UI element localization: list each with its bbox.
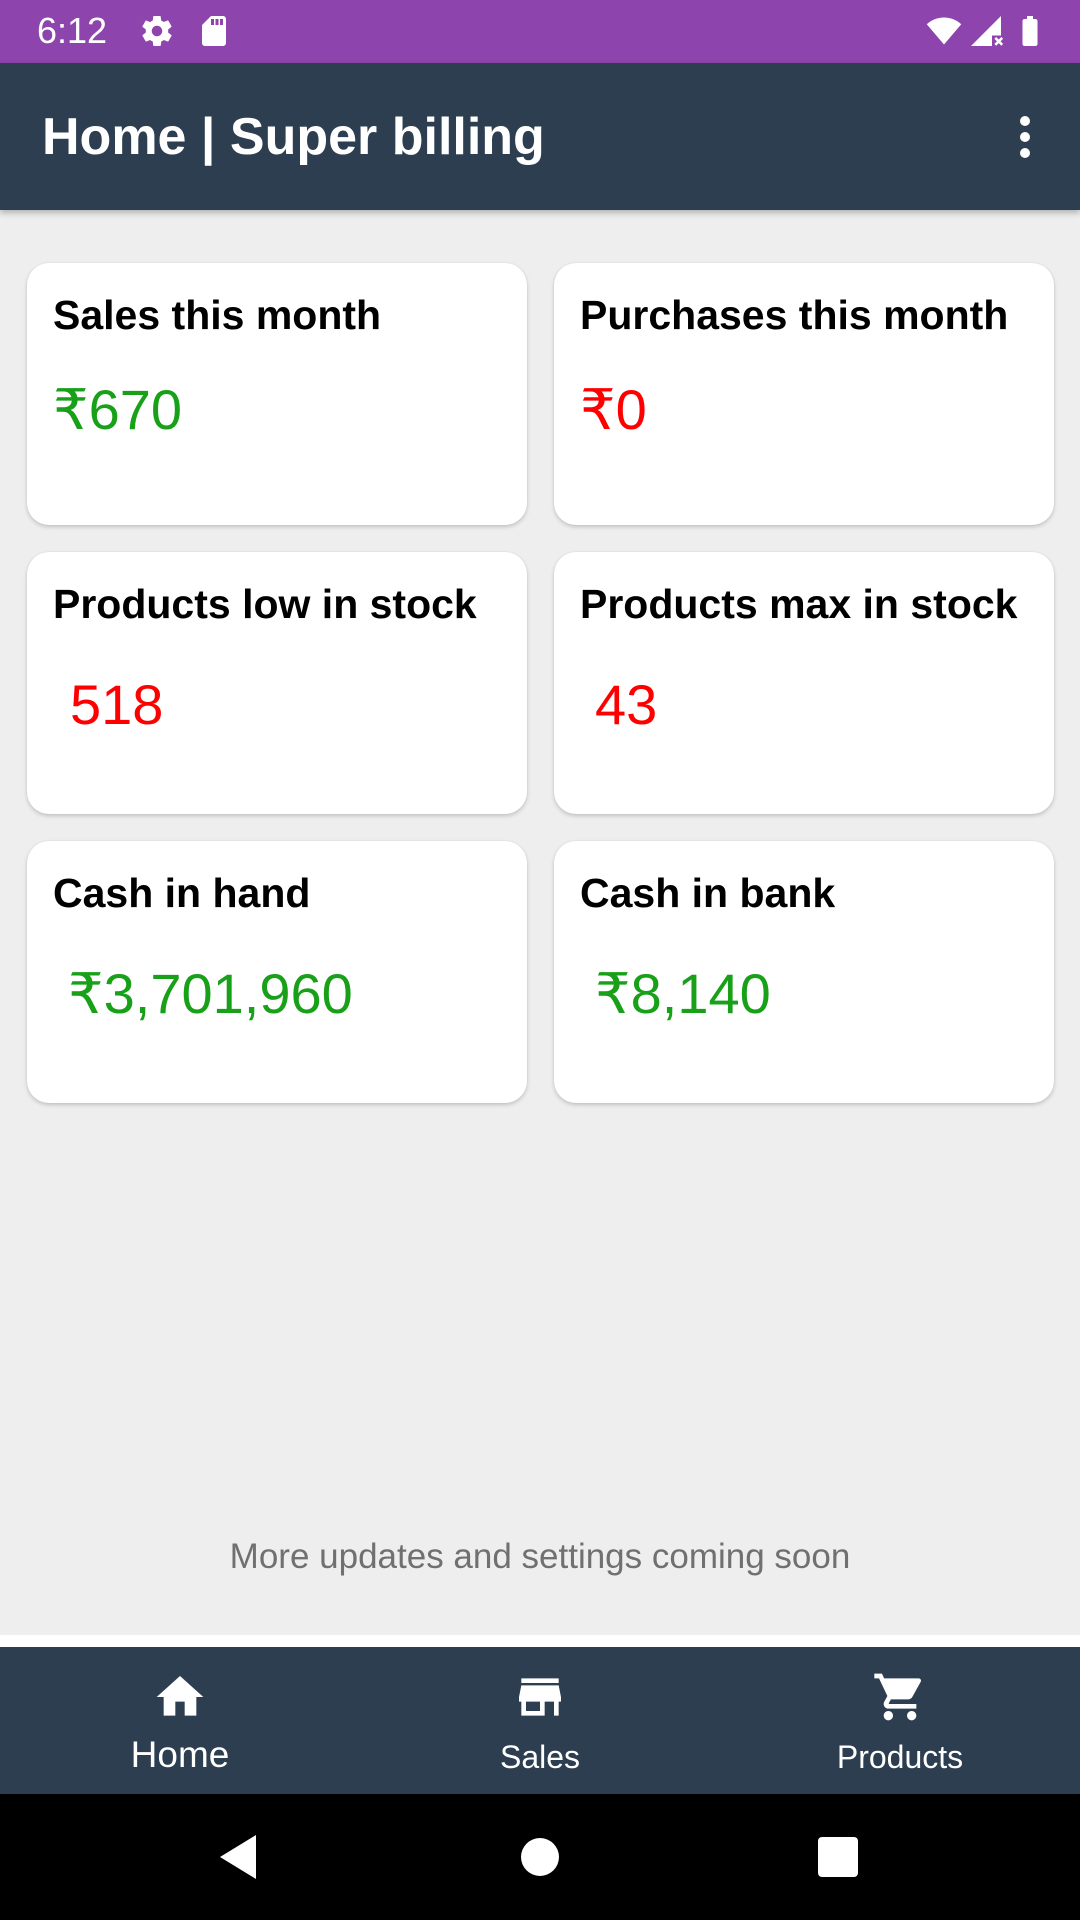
sd-card-icon [196, 13, 232, 49]
card-value: 518 [70, 673, 164, 736]
card-cash-in-hand[interactable]: Cash in hand ₹3,701,960 [27, 841, 527, 1103]
app-bar: Home | Super billing [0, 63, 1080, 210]
status-time: 6:12 [37, 10, 108, 51]
card-purchases-this-month[interactable]: Purchases this month ₹0 [554, 263, 1054, 525]
card-value: 43 [595, 673, 658, 736]
card-title: Sales this month [53, 292, 382, 338]
status-bar: 6:12 [0, 0, 1080, 63]
battery-icon [1012, 13, 1048, 49]
coming-soon-note: More updates and settings coming soon [229, 1537, 851, 1576]
card-title: Purchases this month [580, 292, 1009, 338]
card-title: Products max in stock [580, 581, 1018, 627]
cart-icon [872, 1669, 928, 1725]
wifi-icon [922, 13, 966, 49]
card-products-max-in-stock[interactable]: Products max in stock 43 [554, 552, 1054, 814]
more-vert-icon [1020, 116, 1030, 158]
signal-icon [968, 13, 1004, 49]
nav-label-products: Products [836, 1739, 964, 1775]
card-sales-this-month[interactable]: Sales this month ₹670 [27, 263, 527, 525]
recents-square-icon[interactable] [810, 1829, 866, 1885]
nav-item-home[interactable]: Home [0, 1647, 360, 1794]
bottom-navigation: Home Sales Products [0, 1647, 1080, 1794]
overflow-menu-button[interactable] [992, 102, 1058, 172]
nav-label-sales: Sales [499, 1739, 581, 1775]
card-title: Cash in hand [53, 870, 311, 916]
nav-item-sales[interactable]: Sales [360, 1647, 720, 1794]
store-icon [512, 1669, 568, 1725]
back-icon[interactable] [212, 1829, 268, 1885]
home-icon [152, 1669, 208, 1725]
card-value: ₹0 [580, 378, 647, 441]
home-circle-icon[interactable] [512, 1829, 568, 1885]
divider [0, 1635, 1080, 1647]
page-title: Home | Super billing [42, 108, 545, 166]
card-title: Cash in bank [580, 870, 836, 916]
card-value: ₹670 [53, 378, 183, 441]
card-value: ₹3,701,960 [68, 962, 353, 1025]
nav-item-products[interactable]: Products [720, 1647, 1080, 1794]
card-title: Products low in stock [53, 581, 477, 627]
card-value: ₹8,140 [595, 962, 771, 1025]
card-cash-in-bank[interactable]: Cash in bank ₹8,140 [554, 841, 1054, 1103]
card-products-low-in-stock[interactable]: Products low in stock 518 [27, 552, 527, 814]
gear-icon [139, 13, 175, 49]
nav-label-home: Home [130, 1734, 230, 1775]
system-navigation-bar [0, 1794, 1080, 1920]
